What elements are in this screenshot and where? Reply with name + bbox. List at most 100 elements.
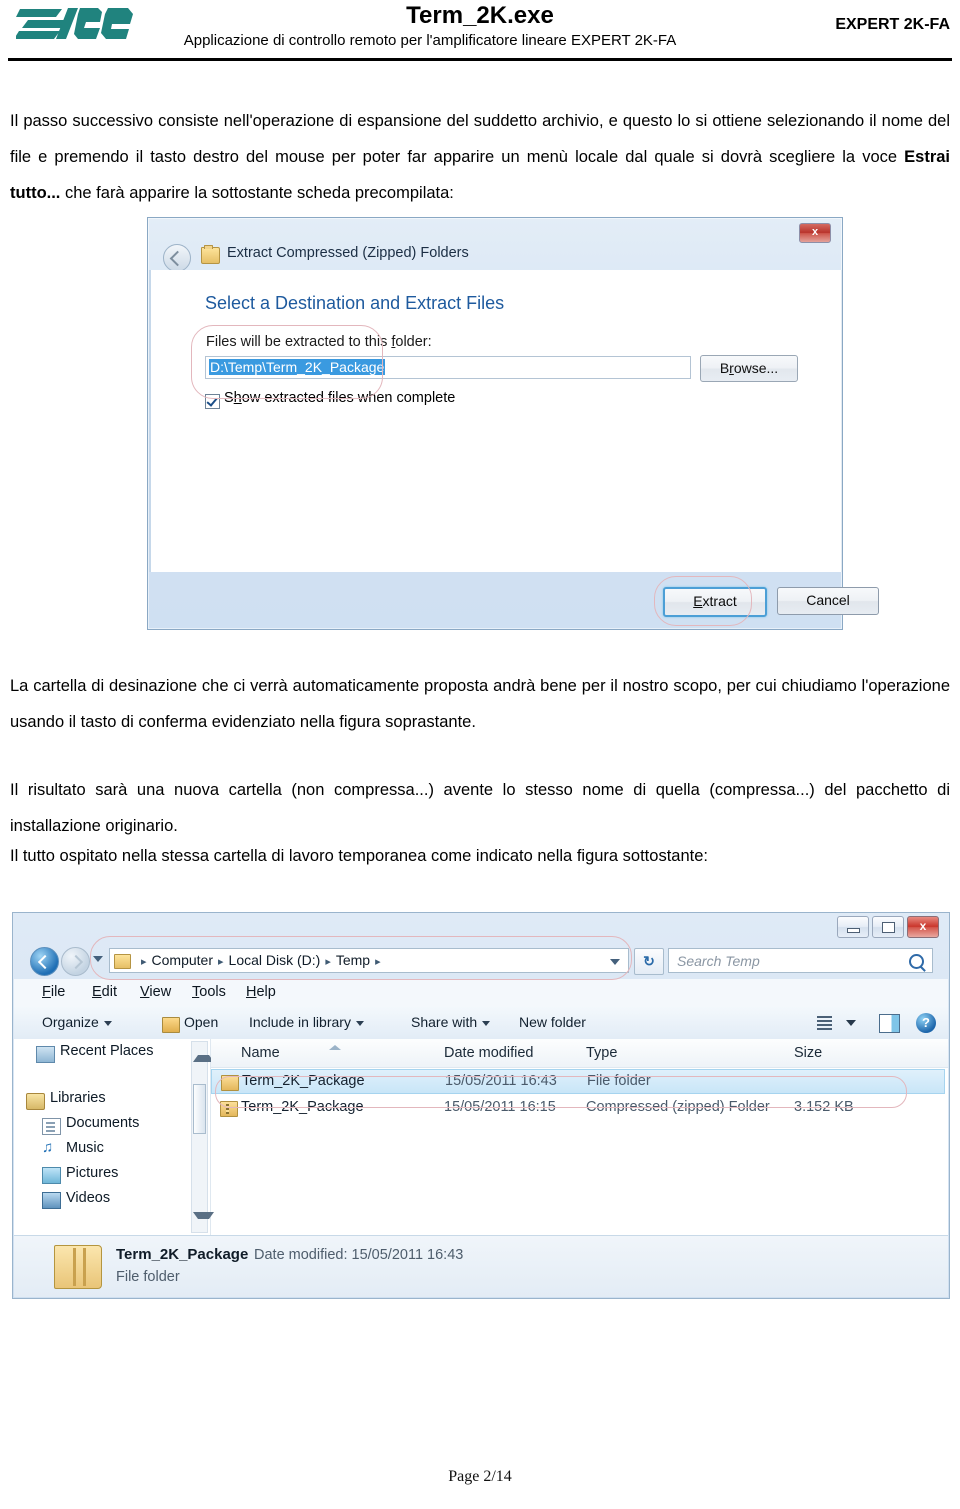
address-dropdown-icon[interactable] <box>610 959 620 965</box>
column-header-size[interactable]: Size <box>794 1045 822 1061</box>
menu-help[interactable]: Help <box>246 984 276 1000</box>
paragraph-4: Il tutto ospitato nella stessa cartella … <box>10 847 708 865</box>
breadcrumb-item-computer[interactable]: Computer <box>152 952 213 968</box>
document-page: Term_2K.exe Applicazione di controllo re… <box>0 0 960 1509</box>
navigation-pane-scrollbar[interactable] <box>191 1041 214 1233</box>
breadcrumb-sep-1: ▸ <box>218 956 224 968</box>
explorer-content: Recent Places Libraries Documents ♫ Musi… <box>14 1039 948 1235</box>
details-pane: Term_2K_Package Date modified: 15/05/201… <box>14 1235 948 1297</box>
address-bar[interactable]: ▸ Computer ▸ Local Disk (D:) ▸ Temp ▸ <box>109 948 629 973</box>
paragraph-2: La cartella di desinazione che ci verrà … <box>10 677 950 731</box>
menu-edit-key: E <box>92 984 102 1000</box>
zipped-folder-icon <box>201 245 220 264</box>
toolbar-include-label: Include in library <box>249 1014 351 1030</box>
nav-item-videos[interactable]: Videos <box>66 1190 110 1206</box>
toolbar-open[interactable]: Open <box>184 1014 218 1030</box>
table-row[interactable]: Term_2K_Package 15/05/2011 16:43 File fo… <box>211 1069 945 1094</box>
menu-edit[interactable]: Edit <box>92 984 117 1000</box>
page-footer: Page 2/14 <box>448 1468 512 1485</box>
close-button[interactable]: x <box>907 916 939 938</box>
menu-tools[interactable]: Tools <box>192 984 226 1000</box>
menu-file-key: F <box>42 984 51 1000</box>
breadcrumb-item-local-disk[interactable]: Local Disk (D:) <box>229 952 321 968</box>
minimize-button[interactable] <box>837 916 869 938</box>
toolbar-open-label: Open <box>184 1014 219 1030</box>
explorer-titlebar: x <box>13 913 949 945</box>
dialog-close-button[interactable]: x <box>799 223 831 243</box>
nav-item-documents[interactable]: Documents <box>66 1115 139 1131</box>
breadcrumb-sep-0: ▸ <box>141 956 147 968</box>
column-headers: Name Date modified Type Size <box>211 1039 948 1068</box>
extract-button[interactable]: Extract <box>663 587 767 617</box>
column-header-date-modified[interactable]: Date modified <box>444 1045 533 1061</box>
toolbar-share-with[interactable]: Share with <box>411 1014 491 1030</box>
show-extracted-files-checkbox[interactable] <box>205 394 220 409</box>
row-type: File folder <box>587 1073 651 1089</box>
row-name: Term_2K_Package <box>241 1099 364 1115</box>
breadcrumb-item-temp[interactable]: Temp <box>336 952 370 968</box>
row-date: 15/05/2011 16:15 <box>444 1099 556 1115</box>
scrollbar-thumb[interactable] <box>193 1084 206 1134</box>
sort-ascending-icon <box>329 1045 341 1050</box>
header-divider <box>8 58 952 61</box>
nav-item-music[interactable]: Music <box>66 1140 104 1156</box>
paragraph-1-part-a: Il passo successivo consiste nell'operaz… <box>10 112 950 166</box>
refresh-button[interactable]: ↻ <box>634 948 664 975</box>
help-icon[interactable]: ? <box>916 1013 936 1033</box>
chevron-down-icon <box>482 1020 491 1026</box>
menu-view[interactable]: View <box>140 984 171 1000</box>
column-header-name[interactable]: Name <box>241 1045 280 1061</box>
destination-path-input[interactable]: D:\Temp\Term_2K_Package <box>205 356 691 379</box>
search-input[interactable]: Search Temp <box>668 948 933 973</box>
menu-file[interactable]: File <box>42 984 65 1000</box>
change-view-icon[interactable] <box>817 1016 832 1030</box>
dialog-body: Select a Destination and Extract Files F… <box>149 270 842 572</box>
explorer-menubar: File Edit View Tools Help <box>14 979 948 1008</box>
back-button[interactable] <box>30 947 59 976</box>
recent-places-icon <box>36 1046 55 1063</box>
details-type: File folder <box>116 1269 180 1285</box>
nav-item-recent-places[interactable]: Recent Places <box>60 1043 154 1059</box>
navigation-pane: Recent Places Libraries Documents ♫ Musi… <box>14 1039 214 1235</box>
row-name: Term_2K_Package <box>242 1073 365 1089</box>
window-controls: x <box>834 916 939 938</box>
page-title: Term_2K.exe <box>406 2 554 29</box>
browse-button[interactable]: Browse... <box>700 355 798 382</box>
nav-item-libraries[interactable]: Libraries <box>50 1090 106 1106</box>
show-extracted-files-label: Show extracted files when complete <box>224 390 455 406</box>
search-placeholder: Search Temp <box>677 953 760 969</box>
toolbar-new-folder[interactable]: New folder <box>519 1014 586 1030</box>
pictures-icon <box>42 1167 61 1184</box>
menu-help-rest: elp <box>256 984 276 1000</box>
table-row[interactable]: Term_2K_Package 15/05/2011 16:15 Compres… <box>211 1096 945 1121</box>
chevron-down-icon[interactable] <box>846 1020 856 1026</box>
toolbar-organize[interactable]: Organize <box>42 1014 112 1030</box>
paragraph-1: Il passo successivo consiste nell'operaz… <box>10 103 950 211</box>
cancel-button[interactable]: Cancel <box>777 587 879 615</box>
destination-path-value: D:\Temp\Term_2K_Package <box>209 359 386 375</box>
dialog-titlebar: Extract Compressed (Zipped) Folders x <box>148 218 842 272</box>
extract-label-post: xtract <box>702 593 737 609</box>
browse-post: owse... <box>733 360 779 376</box>
chevron-down-icon <box>355 1020 364 1026</box>
page-subtitle: Applicazione di controllo remoto per l'a… <box>183 32 677 49</box>
checkbox-accesskey: h <box>233 390 242 406</box>
column-header-type[interactable]: Type <box>586 1045 617 1061</box>
document-header: Term_2K.exe Applicazione di controllo re… <box>0 0 960 62</box>
toolbar-include-in-library[interactable]: Include in library <box>249 1014 364 1030</box>
close-icon: x <box>919 919 927 933</box>
dialog-back-icon[interactable] <box>163 244 191 272</box>
preview-pane-icon[interactable] <box>879 1014 900 1033</box>
dialog-title-text: Extract Compressed (Zipped) Folders <box>227 245 469 261</box>
nav-item-pictures[interactable]: Pictures <box>66 1165 118 1181</box>
dialog-heading: Select a Destination and Extract Files <box>205 293 505 313</box>
explorer-address-row: ▸ Computer ▸ Local Disk (D:) ▸ Temp ▸ ↻ Search… <box>13 943 949 979</box>
forward-button[interactable] <box>61 947 90 976</box>
maximize-button[interactable] <box>872 916 904 938</box>
chevron-down-icon <box>103 1020 112 1026</box>
recent-pages-dropdown-icon[interactable] <box>93 956 103 962</box>
browse-pre: B <box>719 360 730 376</box>
folder-label-post: older: <box>395 334 432 350</box>
destination-folder-label: Files will be extracted to this folder: <box>206 334 432 350</box>
explorer-toolbar: Organize Open Include in library Share w… <box>14 1007 948 1040</box>
